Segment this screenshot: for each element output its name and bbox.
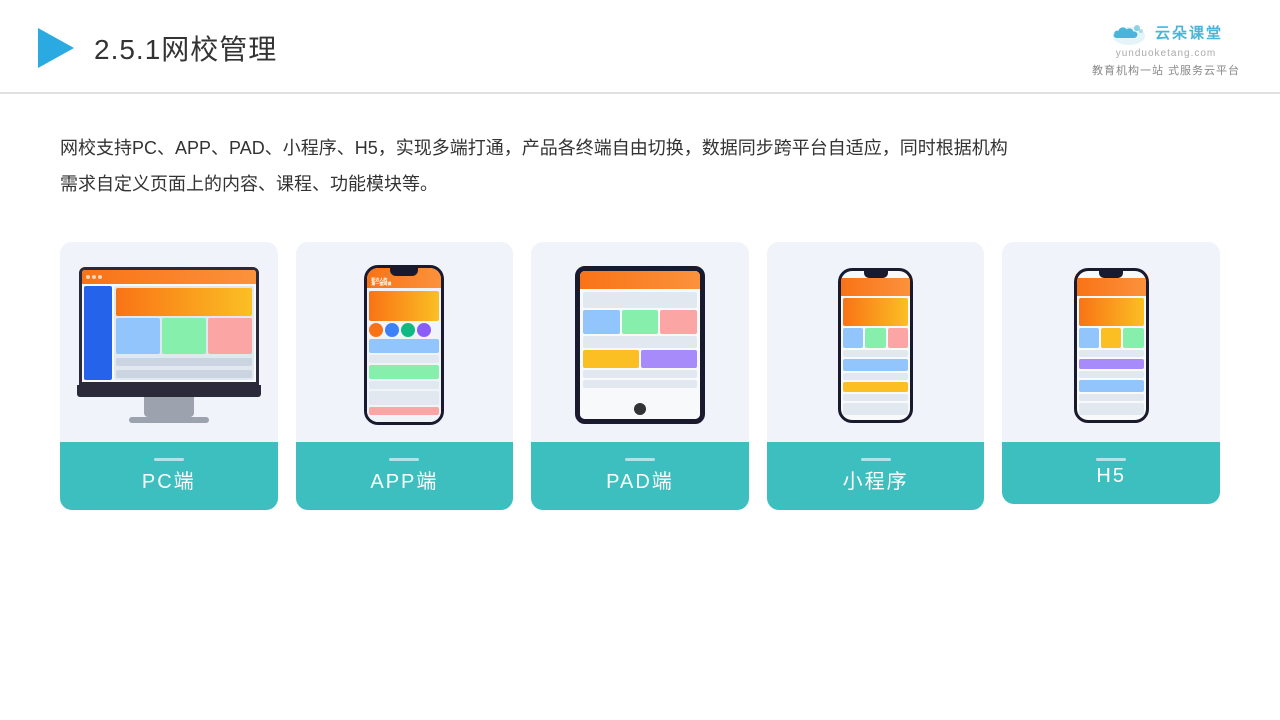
small-phone-mockup-mini — [838, 268, 913, 423]
logo-tagline2: 式服务云平台 — [1168, 62, 1240, 78]
card-app-image: 职达人的第一堂网课 — [296, 242, 514, 442]
logo-url: yunduoketang.com — [1116, 48, 1217, 59]
card-mini-label: 小程序 — [767, 442, 985, 510]
card-app-label: APP端 — [296, 442, 514, 510]
small-phone-mockup-h5 — [1074, 268, 1149, 423]
card-h5: H5 — [1002, 242, 1220, 504]
logo-cloud: 云朵课堂 — [1109, 18, 1223, 46]
tablet-mockup-pad — [575, 266, 705, 424]
card-mini: 小程序 — [767, 242, 985, 510]
pc-monitor-mockup — [79, 267, 259, 423]
play-icon — [30, 24, 78, 72]
logo-tagline1: 教育机构一站 — [1092, 62, 1164, 78]
header: 2.5.1网校管理 云朵课堂 yunduoketang.com 教育机构一站 式… — [0, 0, 1280, 94]
card-pad-label: PAD端 — [531, 442, 749, 510]
cloud-logo-icon — [1109, 18, 1149, 46]
description-line1: 网校支持PC、APP、PAD、小程序、H5，实现多端打通，产品各终端自由切换，数… — [60, 130, 1220, 166]
card-h5-label: H5 — [1002, 442, 1220, 504]
card-mini-image — [767, 242, 985, 442]
card-pc: PC端 — [60, 242, 278, 510]
card-h5-image — [1002, 242, 1220, 442]
description: 网校支持PC、APP、PAD、小程序、H5，实现多端打通，产品各终端自由切换，数… — [60, 130, 1220, 202]
logo-text: 云朵课堂 — [1155, 22, 1223, 43]
card-pad-image — [531, 242, 749, 442]
phone-mockup-app: 职达人的第一堂网课 — [364, 265, 444, 425]
header-left: 2.5.1网校管理 — [30, 24, 277, 72]
page-title: 2.5.1网校管理 — [94, 28, 277, 68]
description-line2: 需求自定义页面上的内容、课程、功能模块等。 — [60, 166, 1220, 202]
logo-area: 云朵课堂 yunduoketang.com 教育机构一站 式服务云平台 — [1092, 18, 1240, 78]
card-pc-image — [60, 242, 278, 442]
cards-container: PC端 职达人的第一堂网课 — [60, 242, 1220, 510]
card-pc-label: PC端 — [60, 442, 278, 510]
card-app: 职达人的第一堂网课 — [296, 242, 514, 510]
card-pad: PAD端 — [531, 242, 749, 510]
